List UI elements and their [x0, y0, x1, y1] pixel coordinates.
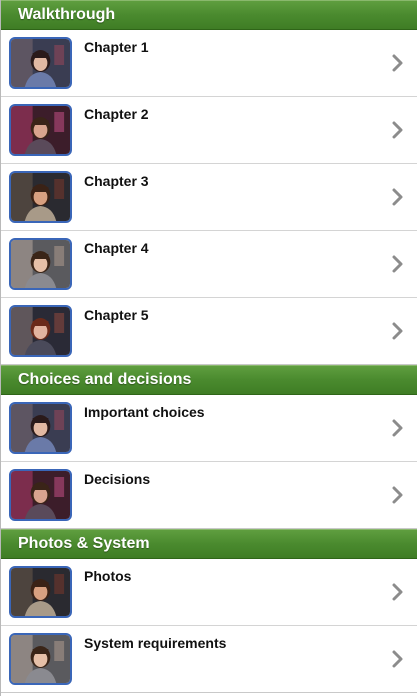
- list-item-chapter-4[interactable]: Chapter 4: [1, 231, 417, 298]
- app-frame: Walkthrough Chapter 1 Chapter 2 Chapter …: [0, 0, 417, 696]
- section-header: Choices and decisions: [1, 365, 417, 395]
- list-item-label: Chapter 1: [84, 39, 149, 55]
- thumbnail-image: [9, 171, 72, 223]
- section-choices-and-decisions: Choices and decisions Important choices …: [1, 365, 417, 529]
- thumbnail-image: [9, 37, 72, 89]
- list-item-chapter-5[interactable]: Chapter 5: [1, 298, 417, 365]
- section-photos-and-system: Photos & System Photos System requiremen…: [1, 529, 417, 693]
- list-item-label: Decisions: [84, 471, 151, 487]
- chevron-right-icon: [391, 53, 405, 73]
- thumbnail-image: [9, 402, 72, 454]
- list-item-label: Photos: [84, 568, 132, 584]
- list-item-photos[interactable]: Photos: [1, 559, 417, 626]
- list-item-chapter-2[interactable]: Chapter 2: [1, 97, 417, 164]
- chevron-right-icon: [391, 120, 405, 140]
- section-walkthrough: Walkthrough Chapter 1 Chapter 2 Chapter …: [1, 0, 417, 365]
- list-item-chapter-1[interactable]: Chapter 1: [1, 30, 417, 97]
- thumbnail-image: [9, 238, 72, 290]
- list-item-system-requirements[interactable]: System requirements: [1, 626, 417, 693]
- chevron-right-icon: [391, 254, 405, 274]
- section-header: Walkthrough: [1, 0, 417, 30]
- chevron-right-icon: [391, 582, 405, 602]
- chevron-right-icon: [391, 418, 405, 438]
- list-item-label: Chapter 4: [84, 240, 149, 256]
- list-item-label: System requirements: [84, 635, 227, 651]
- list-item-important-choices[interactable]: Important choices: [1, 395, 417, 462]
- thumbnail-image: [9, 566, 72, 618]
- section-header: Photos & System: [1, 529, 417, 559]
- chevron-right-icon: [391, 187, 405, 207]
- list-item-label: Important choices: [84, 404, 205, 420]
- thumbnail-image: [9, 104, 72, 156]
- chevron-right-icon: [391, 485, 405, 505]
- list-item-label: Chapter 2: [84, 106, 149, 122]
- thumbnail-image: [9, 305, 72, 357]
- list-item-label: Chapter 5: [84, 307, 149, 323]
- list-item-label: Chapter 3: [84, 173, 149, 189]
- thumbnail-image: [9, 633, 72, 685]
- chevron-right-icon: [391, 321, 405, 341]
- chevron-right-icon: [391, 649, 405, 669]
- list-item-chapter-3[interactable]: Chapter 3: [1, 164, 417, 231]
- list-item-decisions[interactable]: Decisions: [1, 462, 417, 529]
- thumbnail-image: [9, 469, 72, 521]
